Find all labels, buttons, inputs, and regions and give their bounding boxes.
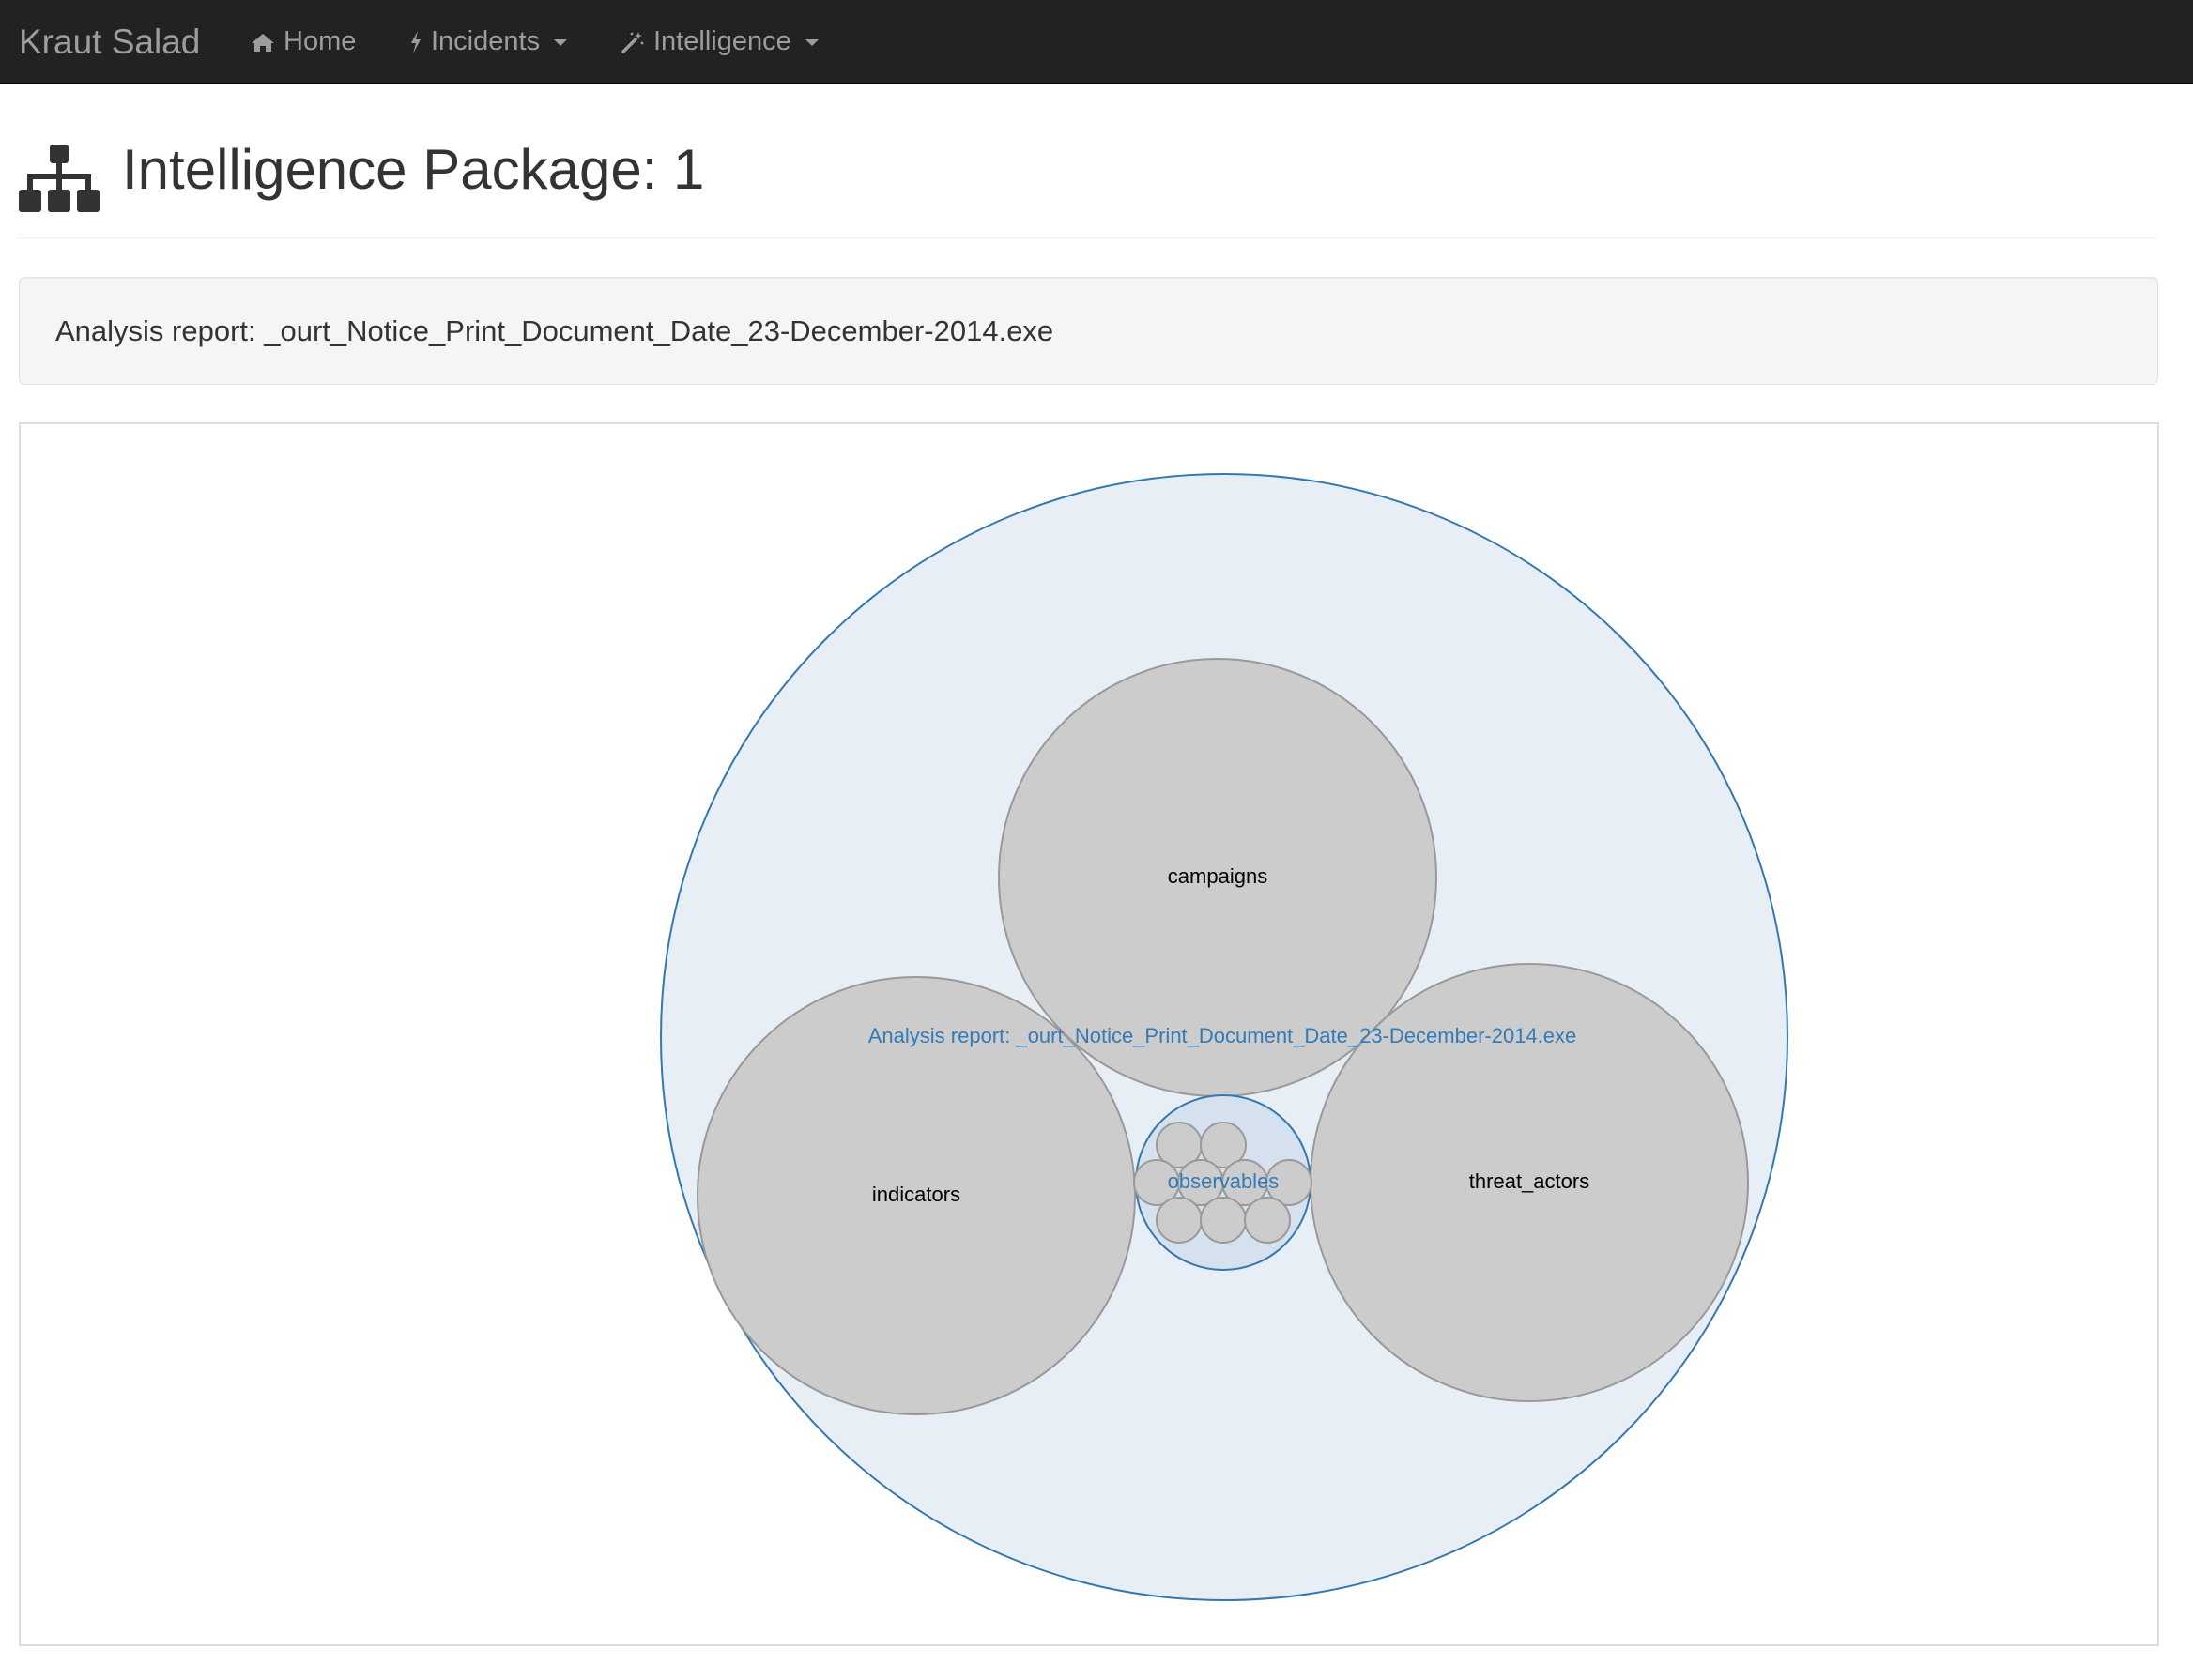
- observable-node[interactable]: [1200, 1197, 1247, 1244]
- bolt-icon: [409, 30, 422, 54]
- report-title-text: Analysis report: _ourt_Notice_Print_Docu…: [55, 314, 1054, 347]
- bubble-pack-panel: campaigns indicators threat_actors obser…: [19, 422, 2159, 1646]
- page-title: Intelligence Package: 1: [122, 138, 705, 201]
- indicators-label: indicators: [872, 1183, 960, 1206]
- nav-incidents-label: Incidents: [431, 26, 541, 56]
- nav-intelligence-dropdown[interactable]: Intelligence: [621, 0, 819, 84]
- chevron-down-icon: [554, 39, 568, 46]
- observables-label: observables: [1168, 1169, 1280, 1193]
- magic-wand-icon: [621, 30, 645, 54]
- root-label: Analysis report: _ourt_Notice_Print_Docu…: [868, 1024, 1577, 1047]
- chevron-down-icon: [805, 39, 819, 46]
- page-header: Intelligence Package: 1: [19, 131, 2158, 238]
- nav-incidents-dropdown[interactable]: Incidents: [409, 0, 568, 84]
- nav-home-link[interactable]: Home: [251, 0, 356, 84]
- nav-intelligence-label: Intelligence: [653, 26, 791, 56]
- brand-link[interactable]: Kraut Salad: [19, 0, 200, 84]
- home-icon: [251, 32, 275, 53]
- threat-actors-label: threat_actors: [1469, 1169, 1589, 1193]
- observable-node[interactable]: [1244, 1197, 1291, 1244]
- report-summary-well: Analysis report: _ourt_Notice_Print_Docu…: [19, 277, 2158, 385]
- bubble-pack-chart: campaigns indicators threat_actors obser…: [660, 473, 1788, 1601]
- observable-node[interactable]: [1156, 1197, 1203, 1244]
- top-navbar: Kraut Salad Home Incidents Intelligence: [0, 0, 2193, 84]
- sitemap-icon: [19, 145, 100, 219]
- campaigns-label: campaigns: [1168, 864, 1267, 888]
- nav-home-label: Home: [284, 26, 357, 56]
